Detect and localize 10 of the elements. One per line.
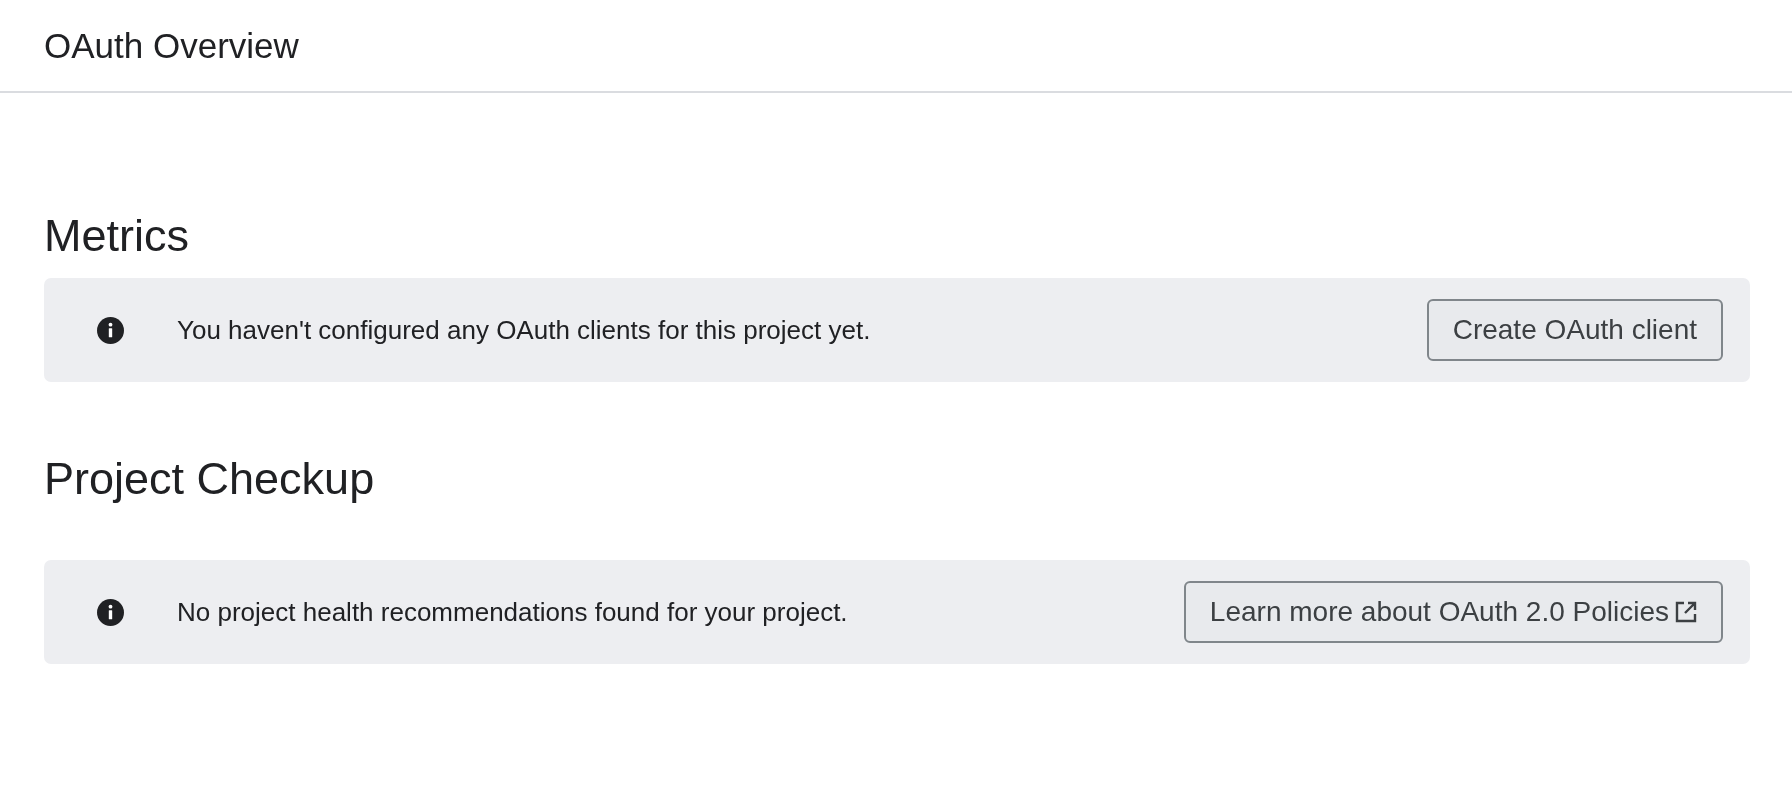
external-link-icon (1675, 601, 1697, 623)
external-link-button[interactable]: Learn more about OAuth 2.0 Policies (1183, 581, 1723, 643)
section-heading: Metrics (44, 209, 189, 263)
page-title: OAuth Overview (44, 24, 299, 67)
section-heading: Project Checkup (44, 452, 375, 506)
banner-message: You haven't configured any OAuth clients for this project yet. (177, 314, 871, 346)
info-icon (97, 316, 124, 344)
create-button[interactable]: Create OAuth client (1426, 299, 1723, 361)
info-icon (97, 598, 124, 626)
banner-message: No project health recommendations found for your project. (177, 596, 848, 628)
